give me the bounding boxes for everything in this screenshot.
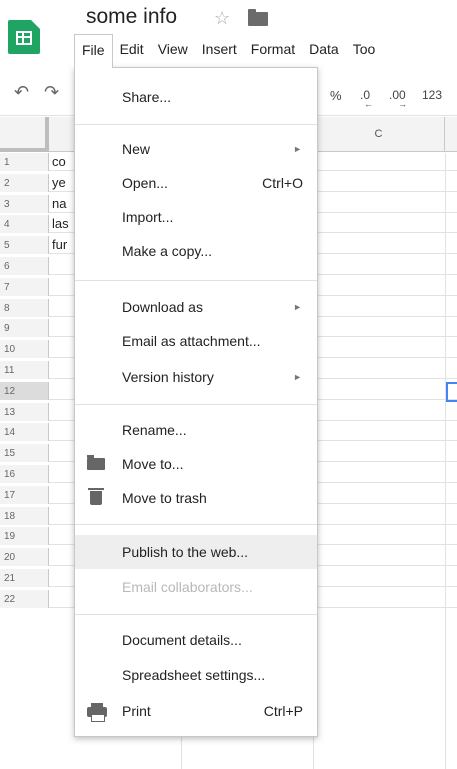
- arrow-left-icon: ←: [364, 99, 373, 109]
- shortcut-label: Ctrl+P: [263, 703, 303, 719]
- row-header[interactable]: 12: [0, 381, 49, 400]
- menu-separator: [75, 524, 317, 525]
- menu-item-make-copy[interactable]: Make a copy...: [75, 234, 317, 268]
- row-header[interactable]: 18: [0, 506, 49, 525]
- row-header[interactable]: 9: [0, 319, 49, 338]
- folder-icon[interactable]: [248, 9, 268, 26]
- menu-insert[interactable]: Insert: [195, 34, 244, 64]
- sheets-logo-icon[interactable]: [8, 20, 40, 54]
- arrow-right-icon: →: [398, 99, 407, 109]
- menu-item-version-history[interactable]: Version history ►: [75, 360, 317, 394]
- menu-item-import[interactable]: Import...: [75, 200, 317, 234]
- menu-item-print[interactable]: Print Ctrl+P: [75, 694, 317, 728]
- row-header[interactable]: 3: [0, 194, 49, 213]
- menu-edit[interactable]: Edit: [113, 34, 151, 64]
- menu-separator: [75, 614, 317, 615]
- menu-item-share[interactable]: Share...: [75, 80, 317, 114]
- submenu-arrow-icon: ►: [293, 144, 302, 154]
- star-icon[interactable]: ☆: [214, 8, 230, 29]
- row-header[interactable]: 19: [0, 527, 49, 546]
- cell-a[interactable]: na: [52, 195, 66, 213]
- document-title[interactable]: some info: [86, 5, 177, 29]
- row-header[interactable]: 11: [0, 361, 49, 379]
- row-header[interactable]: 2: [0, 173, 49, 192]
- format-percent-button[interactable]: %: [330, 88, 342, 103]
- row-header[interactable]: 14: [0, 423, 49, 442]
- trash-icon: [88, 488, 104, 505]
- select-all-corner[interactable]: [0, 117, 49, 152]
- cell-a[interactable]: co: [52, 153, 66, 171]
- redo-icon[interactable]: ↷: [44, 82, 59, 103]
- folder-icon: [87, 455, 105, 470]
- undo-icon[interactable]: ↶: [14, 82, 29, 103]
- row-header[interactable]: 6: [0, 257, 49, 275]
- shortcut-label: Ctrl+O: [262, 175, 303, 191]
- menu-separator: [75, 124, 317, 125]
- cell-a[interactable]: ye: [52, 174, 66, 192]
- submenu-arrow-icon: ►: [293, 302, 302, 312]
- menubar: File Edit View Insert Format Data Too: [74, 34, 382, 68]
- menu-item-document-details[interactable]: Document details...: [75, 623, 317, 657]
- column-header-d[interactable]: [445, 117, 457, 152]
- active-cell-outline[interactable]: [446, 381, 457, 402]
- row-header[interactable]: 21: [0, 569, 49, 587]
- more-formats-button[interactable]: 123: [422, 88, 442, 102]
- row-header[interactable]: 15: [0, 444, 49, 463]
- row-header[interactable]: 7: [0, 277, 49, 296]
- column-header-c[interactable]: C: [313, 117, 445, 152]
- row-header[interactable]: 22: [0, 589, 49, 608]
- row-header[interactable]: 13: [0, 402, 49, 421]
- menu-view[interactable]: View: [151, 34, 195, 64]
- row-header[interactable]: 20: [0, 548, 49, 567]
- row-header[interactable]: 8: [0, 298, 49, 317]
- menu-separator: [75, 404, 317, 405]
- menu-item-spreadsheet-settings[interactable]: Spreadsheet settings...: [75, 658, 317, 692]
- menu-file[interactable]: File: [74, 34, 113, 68]
- menu-item-new[interactable]: New ►: [75, 132, 317, 166]
- row-header[interactable]: 4: [0, 215, 49, 234]
- menu-item-move-to-trash[interactable]: Move to trash: [75, 481, 317, 515]
- submenu-arrow-icon: ►: [293, 372, 302, 382]
- menu-item-open[interactable]: Open... Ctrl+O: [75, 166, 317, 200]
- menu-data[interactable]: Data: [302, 34, 346, 64]
- menu-format[interactable]: Format: [244, 34, 302, 64]
- row-header[interactable]: 16: [0, 465, 49, 483]
- cell-a[interactable]: las: [52, 215, 69, 233]
- row-header[interactable]: 10: [0, 340, 49, 359]
- row-header[interactable]: 5: [0, 236, 49, 255]
- menu-item-email-attachment[interactable]: Email as attachment...: [75, 324, 317, 358]
- menu-item-email-collaborators[interactable]: Email collaborators...: [75, 570, 317, 604]
- menu-item-move-to[interactable]: Move to...: [75, 447, 317, 481]
- cell-a[interactable]: fur: [52, 236, 67, 254]
- menu-item-rename[interactable]: Rename...: [75, 413, 317, 447]
- menu-item-download-as[interactable]: Download as ►: [75, 290, 317, 324]
- printer-icon: [87, 703, 107, 722]
- menu-separator: [75, 280, 317, 281]
- row-header[interactable]: 17: [0, 485, 49, 504]
- file-menu: Share... New ► Open... Ctrl+O Import... …: [74, 67, 318, 737]
- row-header[interactable]: 1: [0, 153, 49, 171]
- menu-item-publish-web[interactable]: Publish to the web...: [75, 535, 317, 569]
- menu-tools[interactable]: Too: [346, 34, 383, 64]
